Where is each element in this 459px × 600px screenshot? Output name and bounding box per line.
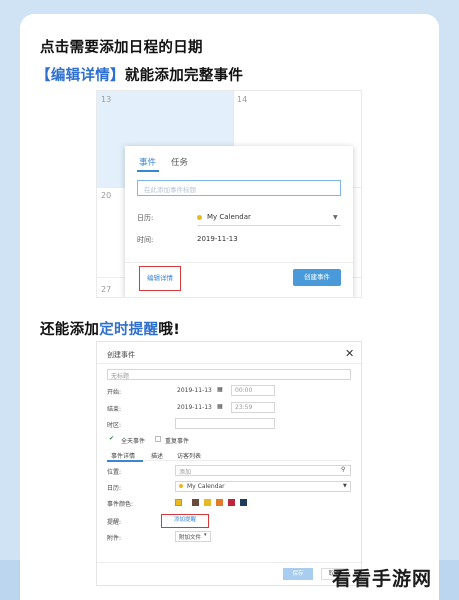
heading-reminder-prefix: 还能添加: [40, 322, 100, 338]
active-tab-indicator: [137, 170, 159, 172]
watermark-logo: 看看手游网: [332, 568, 433, 590]
start-date-field[interactable]: 2019-11-13: [177, 387, 212, 394]
location-label: 位置:: [107, 469, 122, 476]
reminder-label: 提醒:: [107, 519, 122, 526]
tabs-divider: [107, 460, 351, 461]
color-swatch[interactable]: [204, 499, 211, 506]
calendar-icon[interactable]: ▦: [217, 386, 223, 393]
calendar-label: 日历:: [107, 485, 122, 492]
day-number[interactable]: 27: [101, 285, 111, 294]
calendar-select-value: My Calendar: [207, 213, 251, 221]
tab-guest-list[interactable]: 访客列表: [177, 451, 201, 460]
all-day-checkbox-label[interactable]: 全天事件: [121, 436, 145, 445]
dialog-title: 创建事件: [107, 351, 135, 359]
heading-rest: 就能添加完整事件: [124, 68, 244, 84]
footer-divider: [97, 562, 361, 563]
location-pin-icon[interactable]: ⚲: [341, 466, 345, 473]
create-event-button[interactable]: 创建事件: [293, 269, 341, 286]
repeat-checkbox[interactable]: [155, 436, 161, 442]
chevron-down-icon[interactable]: ▼: [333, 214, 338, 221]
heading-bracket-close: 】: [110, 68, 125, 84]
event-title-placeholder: 无标题: [111, 373, 130, 380]
start-label: 开始:: [107, 389, 122, 396]
tab-description[interactable]: 描述: [151, 451, 163, 460]
end-date-field[interactable]: 2019-11-13: [177, 404, 212, 411]
timezone-label: 时区:: [107, 422, 122, 429]
tab-event[interactable]: 事件: [139, 156, 156, 168]
end-label: 结束:: [107, 406, 122, 413]
event-title-field[interactable]: [107, 369, 351, 380]
time-value: 2019-11-13: [197, 235, 238, 243]
heading-bracket-open: 【: [36, 68, 51, 84]
add-reminder-button[interactable]: 添加提醒: [161, 514, 209, 528]
popup-divider: [125, 262, 353, 263]
color-swatch[interactable]: [216, 499, 223, 506]
location-placeholder: 添加: [179, 469, 192, 476]
heading-highlight-reminder: 定时提醒: [99, 322, 159, 338]
day-number[interactable]: 13: [101, 95, 111, 104]
calendar-color-dot: [179, 484, 183, 488]
checkmark-icon[interactable]: ✔: [109, 435, 114, 442]
day-number[interactable]: 20: [101, 191, 111, 200]
tab-task[interactable]: 任务: [171, 156, 188, 168]
select-underline: [197, 225, 341, 226]
heading-reminder: 还能添加定时提醒哦!: [40, 318, 180, 339]
active-tab-indicator: [107, 460, 143, 462]
dialog-divider: [97, 363, 361, 364]
heading-highlight-edit: 编辑详情: [50, 68, 111, 84]
end-time-value: 23:59: [235, 404, 253, 411]
edit-details-button[interactable]: 编辑详情: [139, 266, 181, 291]
heading-reminder-suffix: 哦!: [158, 322, 181, 338]
event-color-label: 事件颜色:: [107, 501, 134, 508]
start-time-value: 00:00: [235, 387, 253, 394]
save-button[interactable]: 保存: [283, 568, 313, 580]
heading-click-date: 点击需要添加日程的日期: [40, 40, 203, 56]
calendar-screenshot: 13 14 20 27 事件 任务 在此添加事件标题 日历: My Calend…: [96, 90, 362, 298]
heading-edit-details: 【编辑详情】就能添加完整事件: [36, 64, 243, 85]
calendar-select[interactable]: My Calendar: [197, 213, 251, 221]
time-label: 时间:: [137, 236, 154, 244]
calendar-value-text: My Calendar: [187, 483, 225, 490]
close-icon[interactable]: ✕: [345, 347, 354, 360]
timezone-select[interactable]: [175, 418, 275, 429]
repeat-checkbox-label[interactable]: 重复事件: [165, 436, 189, 445]
calendar-color-dot: [197, 214, 202, 220]
calendar-icon[interactable]: ▦: [217, 403, 223, 410]
calendar-select-value: My Calendar: [179, 483, 225, 490]
chevron-down-icon: ▾: [204, 532, 207, 538]
calendar-label: 日历:: [137, 214, 154, 222]
color-swatch[interactable]: [175, 499, 182, 506]
color-swatch[interactable]: [192, 499, 199, 506]
color-swatch[interactable]: [240, 499, 247, 506]
chevron-down-icon[interactable]: ▼: [343, 483, 347, 489]
attachment-label: 附件:: [107, 535, 122, 542]
location-field[interactable]: [175, 465, 351, 476]
color-swatch[interactable]: [228, 499, 235, 506]
event-title-input[interactable]: 在此添加事件标题: [137, 180, 341, 196]
create-event-dialog: 创建事件 ✕ 无标题 开始: 2019-11-13 ▦ 00:00 结束: 20…: [96, 341, 362, 586]
day-number[interactable]: 14: [237, 95, 247, 104]
quick-event-popup: 事件 任务 在此添加事件标题 日历: My Calendar ▼ 时间: 201…: [125, 146, 353, 297]
add-file-label: 附加文件: [179, 535, 202, 541]
tab-event-details[interactable]: 事件详情: [111, 451, 135, 460]
